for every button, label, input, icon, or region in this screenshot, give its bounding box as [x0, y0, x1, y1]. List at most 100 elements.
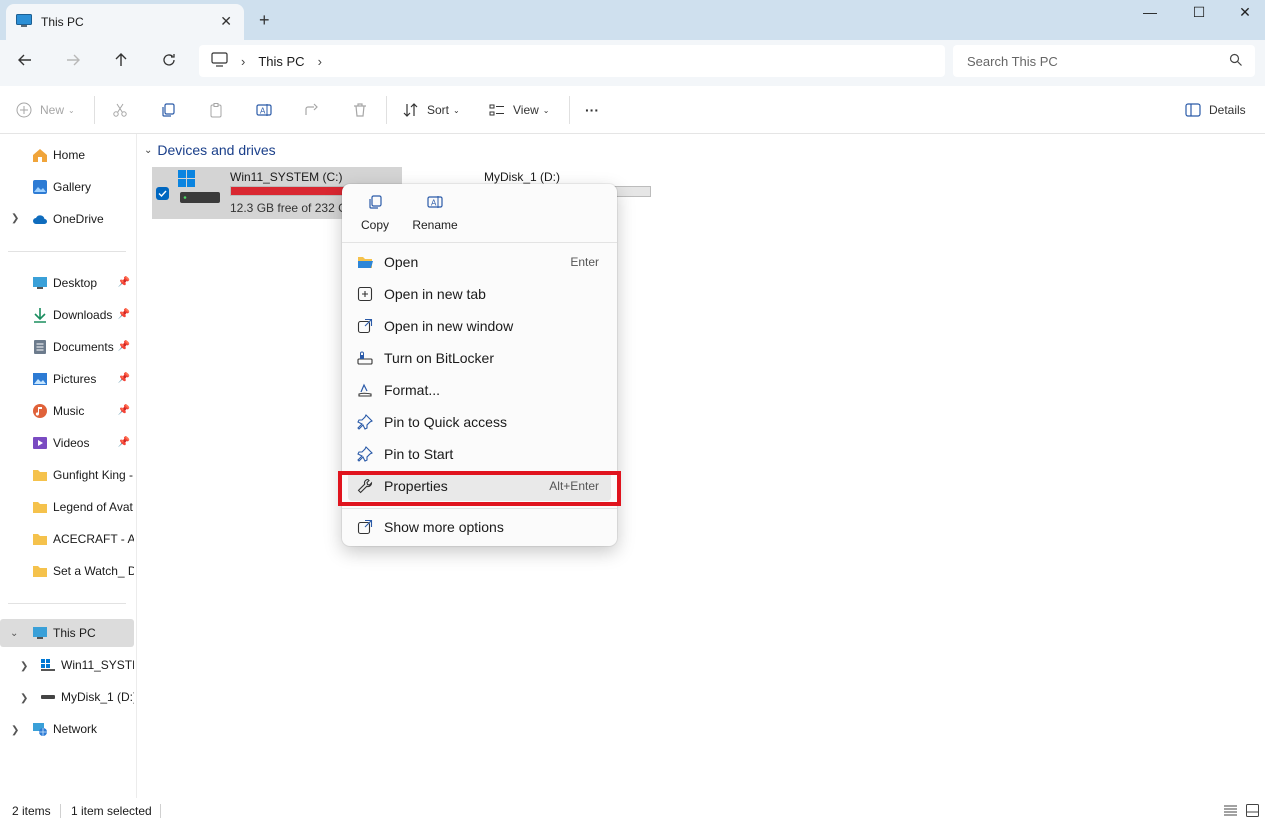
arrow-left-icon: [18, 54, 31, 66]
pin-icon: [356, 413, 374, 431]
share-button[interactable]: [304, 100, 320, 120]
pin-icon[interactable]: 📌: [118, 373, 130, 384]
sidebar-item-label: Videos: [53, 436, 90, 450]
menu-item-label: Pin to Start: [384, 446, 454, 462]
sidebar-item-folder[interactable]: Gunfight King -: [32, 461, 134, 489]
copy-icon: [369, 195, 382, 209]
menu-item-label: Show more options: [384, 519, 504, 535]
drive-name: MyDisk_1 (D:): [484, 170, 561, 184]
sidebar-item-music[interactable]: Music 📌: [32, 397, 134, 425]
view-button[interactable]: View ⌄: [489, 100, 550, 120]
sidebar-item-network[interactable]: Network: [32, 715, 132, 743]
group-title: Devices and drives: [157, 142, 276, 158]
close-window-button[interactable]: ✕: [1222, 4, 1265, 24]
file-list-area: ⌄ Devices and drives Win11_SYSTEM (C:) 1…: [138, 134, 1265, 798]
refresh-button[interactable]: [157, 52, 181, 74]
view-icon: [489, 104, 504, 116]
sidebar-item-this-pc[interactable]: This PC: [0, 619, 134, 647]
menu-item-format[interactable]: Format...: [348, 375, 611, 405]
sidebar-item-folder[interactable]: Legend of Avat: [32, 493, 134, 521]
collapse-chevron-icon[interactable]: ⌄: [10, 628, 18, 639]
expand-chevron-icon[interactable]: ❯: [20, 693, 28, 704]
pin-icon[interactable]: 📌: [118, 437, 130, 448]
new-button[interactable]: New ⌄: [16, 100, 75, 120]
tiles-view-icon[interactable]: [1246, 804, 1259, 820]
menu-item-open-new-tab[interactable]: Open in new tab: [348, 279, 611, 309]
sidebar-item-folder[interactable]: Set a Watch_ Di: [32, 557, 134, 585]
tab-close-icon[interactable]: ✕: [220, 13, 232, 30]
new-tab-button[interactable]: +: [259, 10, 270, 30]
pin-icon[interactable]: 📌: [118, 341, 130, 352]
search-input[interactable]: Search This PC: [953, 45, 1255, 77]
menu-item-pin-quick-access[interactable]: Pin to Quick access: [348, 407, 611, 437]
bitlocker-icon: [356, 349, 374, 367]
delete-button[interactable]: [352, 100, 368, 120]
sidebar-item-mydisk[interactable]: MyDisk_1 (D:): [40, 683, 134, 711]
folder-icon: [32, 531, 48, 547]
group-header[interactable]: ⌄ Devices and drives: [144, 142, 276, 158]
sidebar-item-onedrive[interactable]: OneDrive: [32, 205, 132, 233]
back-button[interactable]: [13, 52, 37, 74]
breadcrumb-this-pc[interactable]: This PC: [258, 54, 304, 69]
sidebar-item-win11-system[interactable]: Win11_SYSTEM: [40, 651, 134, 679]
expand-chevron-icon[interactable]: ❯: [11, 213, 19, 224]
drive-name: Win11_SYSTEM (C:): [230, 170, 343, 184]
details-view-icon[interactable]: [1224, 805, 1237, 819]
chevron-down-icon: ⌄: [68, 105, 75, 115]
sidebar-item-downloads[interactable]: Downloads 📌: [32, 301, 134, 329]
context-copy-button[interactable]: Copy: [348, 194, 402, 232]
forward-button[interactable]: [61, 52, 85, 74]
details-pane-button[interactable]: Details: [1185, 100, 1246, 120]
sidebar-item-label: Win11_SYSTEM: [61, 658, 134, 672]
menu-item-bitlocker[interactable]: Turn on BitLocker: [348, 343, 611, 373]
status-divider: [160, 804, 161, 818]
sidebar-item-home[interactable]: Home: [32, 141, 132, 169]
sort-button[interactable]: Sort ⌄: [403, 100, 460, 120]
format-icon: [356, 381, 374, 399]
expand-chevron-icon[interactable]: ❯: [11, 725, 19, 736]
tab-this-pc[interactable]: This PC ✕: [6, 4, 244, 40]
navigation-pane: Home Gallery ❯ OneDrive Desktop 📌 Downlo…: [0, 134, 137, 798]
breadcrumb-separator-icon[interactable]: ›: [241, 54, 245, 69]
context-rename-button[interactable]: A Rename: [408, 194, 462, 232]
menu-item-pin-start[interactable]: Pin to Start: [348, 439, 611, 469]
windows-drive-icon: [178, 170, 222, 209]
cut-button[interactable]: [112, 100, 128, 120]
sidebar-item-label: ACECRAFT - Ap: [53, 532, 134, 546]
pin-icon[interactable]: 📌: [118, 309, 130, 320]
pin-icon[interactable]: 📌: [118, 277, 130, 288]
minimize-button[interactable]: —: [1127, 4, 1173, 24]
copy-button[interactable]: [160, 100, 176, 120]
address-box[interactable]: › This PC ›: [199, 45, 945, 77]
rename-button[interactable]: A: [256, 100, 272, 120]
expand-chevron-icon[interactable]: ❯: [20, 661, 28, 672]
menu-item-show-more-options[interactable]: Show more options: [348, 512, 611, 542]
sidebar-item-pictures[interactable]: Pictures 📌: [32, 365, 134, 393]
sidebar-item-folder[interactable]: ACECRAFT - Ap: [32, 525, 134, 553]
arrow-right-icon: [67, 54, 80, 66]
sidebar-item-label: Gunfight King -: [53, 468, 134, 482]
trash-icon: [354, 103, 366, 117]
up-button[interactable]: [109, 52, 133, 74]
maximize-button[interactable]: ☐: [1176, 4, 1222, 24]
breadcrumb-chevron-icon[interactable]: ›: [318, 54, 322, 69]
monitor-icon: [16, 13, 32, 31]
sidebar-item-gallery[interactable]: Gallery: [32, 173, 132, 201]
pin-icon[interactable]: 📌: [118, 405, 130, 416]
search-icon: [1229, 53, 1243, 70]
title-bar: This PC ✕ + — ☐ ✕: [0, 0, 1265, 40]
sidebar-item-desktop[interactable]: Desktop 📌: [32, 269, 134, 297]
cloud-icon: [32, 211, 48, 227]
sidebar-item-label: Documents: [53, 340, 114, 354]
sidebar-item-videos[interactable]: Videos 📌: [32, 429, 134, 457]
menu-item-open[interactable]: Open Enter: [348, 247, 611, 277]
more-options-button[interactable]: ···: [585, 100, 599, 120]
pin-icon: [356, 445, 374, 463]
pictures-icon: [32, 371, 48, 387]
sidebar-item-label: This PC: [53, 626, 96, 640]
checkbox-icon[interactable]: [156, 187, 169, 200]
paste-button[interactable]: [208, 100, 224, 120]
menu-item-label: Open: [384, 254, 419, 270]
menu-item-open-new-window[interactable]: Open in new window: [348, 311, 611, 341]
sidebar-item-documents[interactable]: Documents 📌: [32, 333, 134, 361]
